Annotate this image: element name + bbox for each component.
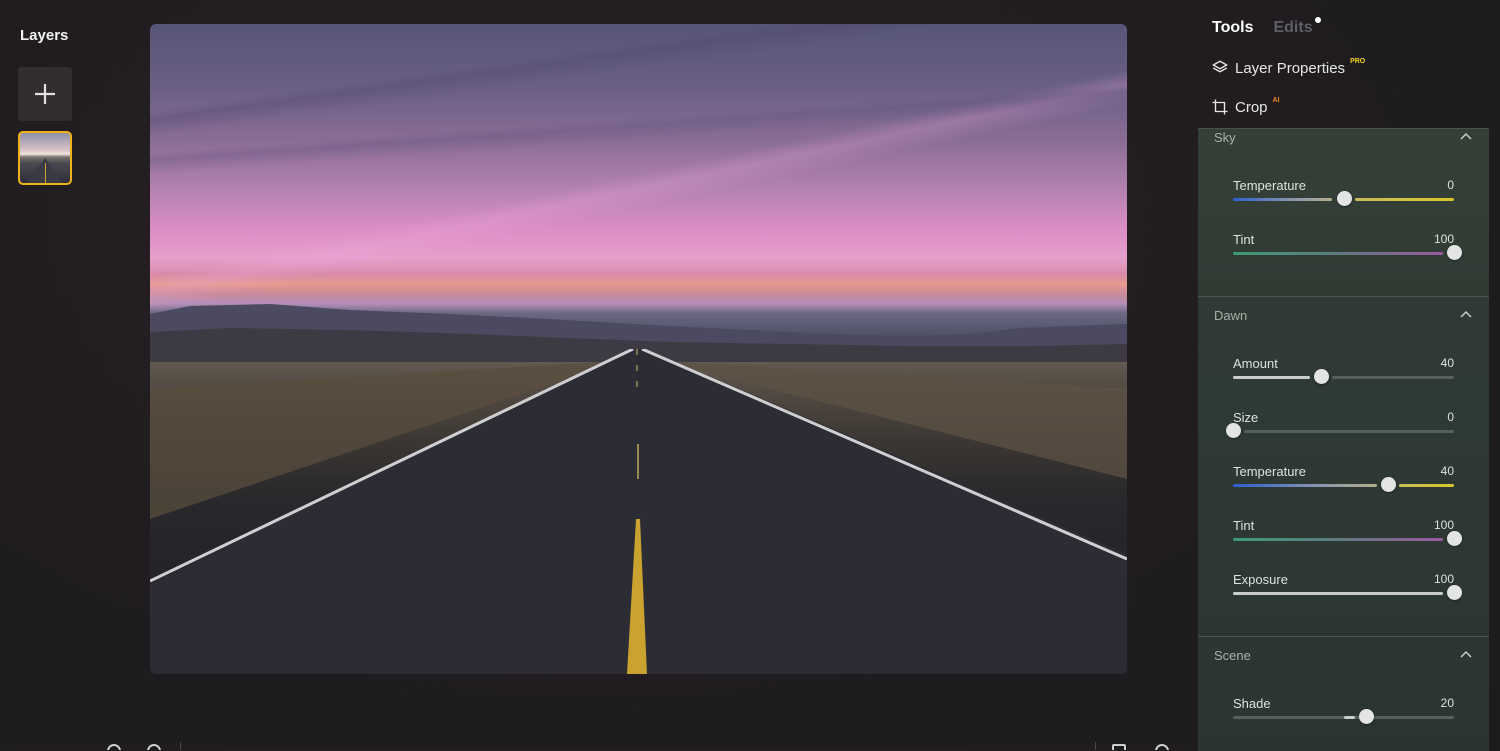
slider-thumb[interactable] xyxy=(1314,369,1330,384)
compare-icon[interactable] xyxy=(1112,744,1126,750)
slider-value: 20 xyxy=(1440,696,1454,710)
bottom-toolbar xyxy=(0,738,1195,750)
slider-track-fill xyxy=(1233,538,1443,541)
chevron-up-icon[interactable] xyxy=(1459,308,1473,322)
slider-row: Temperature 0 xyxy=(1233,178,1454,218)
slider-thumb[interactable] xyxy=(1447,245,1462,260)
slider-track-rest xyxy=(1332,376,1454,379)
slider-value: 100 xyxy=(1433,518,1454,532)
slider-thumb[interactable] xyxy=(1226,423,1241,438)
notification-dot xyxy=(1314,17,1321,23)
slider-thumb[interactable] xyxy=(1336,191,1352,206)
add-layer-button[interactable] xyxy=(18,67,72,121)
slider-track-fill xyxy=(1343,716,1355,719)
layers-title: Layers xyxy=(20,27,69,44)
panel-tabs: Tools Edits xyxy=(1212,17,1321,37)
sky-streaks xyxy=(150,24,1127,323)
slider-track-fill xyxy=(1233,376,1311,379)
section-sky-header[interactable]: Sky xyxy=(1214,129,1473,147)
tab-tools[interactable]: Tools xyxy=(1212,19,1253,37)
info-icon[interactable] xyxy=(147,744,161,750)
ai-badge: AI xyxy=(1272,96,1280,104)
slider-row: Size 0 xyxy=(1226,410,1454,450)
slider-track-left xyxy=(1233,198,1333,201)
tab-edits[interactable]: Edits xyxy=(1273,17,1321,37)
road xyxy=(150,349,1127,674)
slider-track-right xyxy=(1398,484,1454,487)
photo-canvas[interactable] xyxy=(150,24,1127,674)
slider-label: Tint xyxy=(1233,232,1255,247)
chevron-up-icon[interactable] xyxy=(1459,130,1473,144)
layer-thumbnail-line xyxy=(45,163,46,183)
slider-thumb[interactable] xyxy=(1380,477,1396,492)
heart-icon[interactable] xyxy=(107,744,121,750)
section-scene-header[interactable]: Scene xyxy=(1214,645,1473,665)
slider-label: Shade xyxy=(1233,696,1271,711)
slider-value: 100 xyxy=(1433,572,1454,586)
slider-value: 40 xyxy=(1440,356,1454,370)
history-icon[interactable] xyxy=(1155,744,1169,750)
slider-label: Exposure xyxy=(1233,572,1288,587)
toolbar-divider xyxy=(1095,742,1096,750)
slider-row: Temperature 40 xyxy=(1233,464,1454,504)
slider-row: Tint 100 xyxy=(1233,518,1462,558)
slider-track-right xyxy=(1354,198,1454,201)
section-dawn-header[interactable]: Dawn xyxy=(1214,305,1473,325)
section-divider xyxy=(1198,296,1489,297)
slider-thumb[interactable] xyxy=(1447,585,1462,600)
section-scene-title: Scene xyxy=(1214,647,1251,663)
slider-track-fill xyxy=(1233,252,1443,255)
section-dawn-title: Dawn xyxy=(1214,307,1248,323)
layer-properties-label: Layer Properties xyxy=(1235,59,1346,77)
layer-thumbnail[interactable] xyxy=(18,131,72,185)
section-divider xyxy=(1198,636,1489,637)
slider-label: Tint xyxy=(1233,518,1255,533)
slider-row: Amount 40 xyxy=(1233,356,1454,396)
slider-label: Size xyxy=(1233,410,1259,425)
slider-track-fill xyxy=(1233,592,1443,595)
chevron-up-icon[interactable] xyxy=(1459,648,1473,662)
adjustments-panel: Sky Temperature 0 Tint 100 Dawn Amount 4… xyxy=(1198,128,1489,751)
slider-value: 40 xyxy=(1440,464,1454,478)
slider-thumb[interactable] xyxy=(1447,531,1462,546)
slider-label: Amount xyxy=(1233,356,1278,371)
crop-label: Crop xyxy=(1235,98,1268,116)
toolbar-divider xyxy=(180,742,181,750)
section-sky-title: Sky xyxy=(1214,129,1236,145)
slider-track-left xyxy=(1233,484,1377,487)
slider-thumb[interactable] xyxy=(1358,709,1374,724)
crop-icon xyxy=(1212,99,1228,115)
slider-label: Temperature xyxy=(1233,178,1306,193)
tab-edits-label: Edits xyxy=(1273,19,1313,36)
slider-value: 100 xyxy=(1433,232,1454,246)
crop-button[interactable]: Crop AI xyxy=(1211,96,1280,116)
plus-icon xyxy=(35,84,55,104)
slider-row: Exposure 100 xyxy=(1233,572,1462,612)
slider-value: 0 xyxy=(1447,410,1454,424)
slider-track-rest xyxy=(1244,430,1454,433)
slider-row: Tint 100 xyxy=(1233,232,1462,272)
slider-row: Shade 20 xyxy=(1233,696,1454,736)
layer-properties-button[interactable]: Layer Properties PRO xyxy=(1211,57,1366,77)
layers-icon xyxy=(1212,60,1228,73)
slider-label: Temperature xyxy=(1233,464,1306,479)
pro-badge: PRO xyxy=(1350,57,1366,65)
slider-value: 0 xyxy=(1447,178,1454,192)
